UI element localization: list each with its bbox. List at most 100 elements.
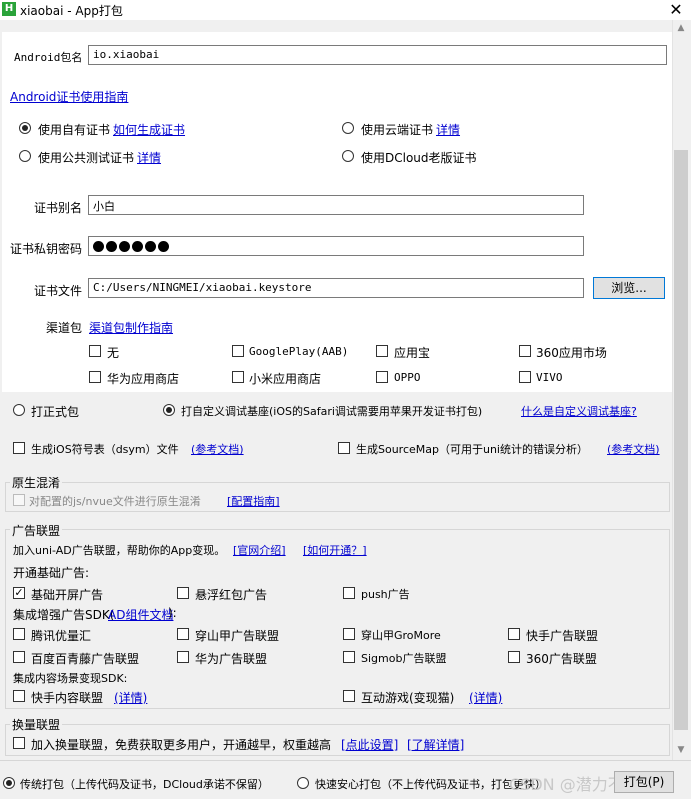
ad-360-label: 360广告联盟: [526, 652, 597, 666]
cert-password-input[interactable]: [88, 236, 584, 256]
package-name-label: Android包名: [14, 51, 83, 64]
cert-file-label: 证书文件: [34, 284, 83, 298]
exchange-union-label: 加入换量联盟，免费获取更多用户，开通越早，权重越高: [31, 738, 332, 752]
cloud-cert-label: 使用云端证书: [361, 123, 434, 137]
channel-huawei-label: 华为应用商店: [107, 372, 180, 386]
package-name-input[interactable]: io.xiaobai: [88, 45, 667, 65]
kuaishou-ad-label: 快手广告联盟: [526, 629, 599, 643]
public-test-cert-label: 使用公共测试证书: [38, 151, 135, 165]
tencent-ylh-checkbox[interactable]: [13, 628, 25, 640]
scroll-up-icon[interactable]: ▲: [672, 20, 690, 36]
channel-none-checkbox[interactable]: [89, 345, 101, 357]
exchange-union-details-link[interactable]: [了解详情]: [407, 736, 464, 753]
native-obfuscation-checkbox[interactable]: [13, 494, 25, 506]
channel-huawei-checkbox[interactable]: [89, 371, 101, 383]
traditional-packaging-radio[interactable]: [3, 777, 15, 789]
what-is-custom-debug-base-link[interactable]: 什么是自定义调试基座?: [521, 403, 637, 419]
android-cert-guide-link[interactable]: Android证书使用指南: [10, 88, 128, 105]
channel-vivo-checkbox[interactable]: [519, 371, 531, 383]
csj-ad-checkbox[interactable]: [177, 628, 189, 640]
release-build-label: 打正式包: [31, 405, 80, 419]
channel-oppo-label: OPPO: [394, 371, 421, 384]
basic-splash-ad-label: 基础开屏广告: [31, 588, 104, 602]
channel-360-checkbox[interactable]: [519, 345, 531, 357]
release-build-radio[interactable]: [13, 404, 25, 416]
ad-component-doc-link[interactable]: AD组件文档: [108, 606, 173, 623]
exchange-union-checkbox[interactable]: [13, 737, 25, 749]
ad-union-title: 广告联盟: [10, 522, 63, 539]
dcloud-old-cert-radio[interactable]: [342, 150, 354, 162]
floating-redpack-ad-checkbox[interactable]: [177, 587, 189, 599]
cert-alias-input[interactable]: 小白: [88, 195, 584, 215]
exchange-union-settings-link[interactable]: [点此设置]: [341, 736, 398, 753]
csj-gromore-label: 穿山甲GroMore: [361, 629, 441, 642]
sourcemap-checkbox[interactable]: [338, 442, 350, 454]
browse-button[interactable]: 浏览...: [593, 277, 665, 299]
cloud-cert-details-link[interactable]: 详情: [436, 121, 460, 138]
sigmob-ad-label: Sigmob广告联盟: [361, 652, 447, 665]
public-test-cert-radio[interactable]: [19, 150, 31, 162]
ad-union-official-link[interactable]: [官网介绍]: [233, 542, 286, 558]
cert-file-input[interactable]: C:/Users/NINGMEI/xiaobai.keystore: [88, 278, 584, 298]
channel-googleplay-checkbox[interactable]: [232, 345, 244, 357]
channel-none-label: 无: [107, 346, 120, 360]
interactive-game-label: 互动游戏(变现猫): [361, 691, 455, 705]
traditional-packaging-label: 传统打包（上传代码及证书，DCloud承诺不保留）: [20, 778, 269, 791]
cert-alias-label: 证书别名: [34, 201, 83, 215]
ios-dsym-label: 生成iOS符号表（dsym）文件: [31, 443, 179, 456]
channel-xiaomi-checkbox[interactable]: [232, 371, 244, 383]
enhanced-sdk-title-prefix: 集成增强广告SDK(: [13, 608, 115, 622]
channel-360-label: 360应用市场: [536, 346, 607, 360]
channel-yingyongbao-label: 应用宝: [394, 346, 431, 360]
own-cert-label: 使用自有证书: [38, 123, 111, 137]
basic-splash-ad-checkbox[interactable]: ✓: [13, 587, 25, 599]
sourcemap-label: 生成SourceMap（可用于uni统计的错误分析）: [356, 443, 588, 456]
bottom-divider: [0, 760, 691, 761]
native-obfuscation-guide-link[interactable]: [配置指南]: [227, 493, 280, 509]
tencent-ylh-label: 腾讯优量汇: [31, 629, 92, 643]
channel-oppo-checkbox[interactable]: [376, 371, 388, 383]
kuaishou-ad-checkbox[interactable]: [508, 628, 520, 640]
channel-package-label: 渠道包: [46, 321, 83, 335]
ios-dsym-doc-link[interactable]: (参考文档): [191, 441, 244, 457]
kuaishou-content-label: 快手内容联盟: [31, 691, 104, 705]
native-obfuscation-title: 原生混淆: [10, 474, 63, 491]
ad-union-how-to-link[interactable]: [如何开通？]: [303, 542, 367, 558]
ad-360-checkbox[interactable]: [508, 651, 520, 663]
cert-password-label: 证书私钥密码: [10, 242, 83, 256]
channel-vivo-label: VIVO: [536, 371, 563, 384]
hbuilder-app-icon: H: [2, 2, 16, 16]
exchange-union-title: 换量联盟: [10, 716, 63, 733]
custom-debug-base-radio[interactable]: [163, 404, 175, 416]
pack-submit-button[interactable]: 打包(P): [614, 771, 674, 793]
scrollbar-thumb[interactable]: [674, 150, 688, 730]
window-title: xiaobai - App打包: [20, 4, 123, 18]
huawei-ad-label: 华为广告联盟: [195, 652, 268, 666]
how-to-generate-cert-link[interactable]: 如何生成证书: [113, 121, 185, 138]
close-icon[interactable]: ✕: [664, 0, 688, 20]
floating-redpack-ad-label: 悬浮红包广告: [195, 588, 268, 602]
fast-safe-packaging-radio[interactable]: [297, 777, 309, 789]
scroll-down-icon[interactable]: ▼: [672, 742, 690, 758]
kuaishou-content-checkbox[interactable]: [13, 690, 25, 702]
own-cert-radio[interactable]: [19, 122, 31, 134]
enhanced-sdk-title-suffix: ):: [168, 606, 177, 620]
kuaishou-content-details-link[interactable]: (详情): [114, 689, 147, 706]
baidu-bqt-checkbox[interactable]: [13, 651, 25, 663]
basic-ads-title: 开通基础广告:: [13, 566, 90, 580]
channel-googleplay-label: GooglePlay(AAB): [249, 345, 349, 358]
push-ad-checkbox[interactable]: [343, 587, 355, 599]
content-sdk-title: 集成内容场景变现SDK:: [13, 672, 128, 685]
interactive-game-details-link[interactable]: (详情): [469, 689, 502, 706]
sigmob-ad-checkbox[interactable]: [343, 651, 355, 663]
cloud-cert-radio[interactable]: [342, 122, 354, 134]
baidu-bqt-label: 百度百青藤广告联盟: [31, 652, 140, 666]
channel-yingyongbao-checkbox[interactable]: [376, 345, 388, 357]
ios-dsym-checkbox[interactable]: [13, 442, 25, 454]
public-test-cert-details-link[interactable]: 详情: [137, 149, 161, 166]
csj-gromore-checkbox[interactable]: [343, 628, 355, 640]
sourcemap-doc-link[interactable]: (参考文档): [607, 441, 660, 457]
huawei-ad-checkbox[interactable]: [177, 651, 189, 663]
channel-package-guide-link[interactable]: 渠道包制作指南: [89, 319, 173, 336]
interactive-game-checkbox[interactable]: [343, 690, 355, 702]
